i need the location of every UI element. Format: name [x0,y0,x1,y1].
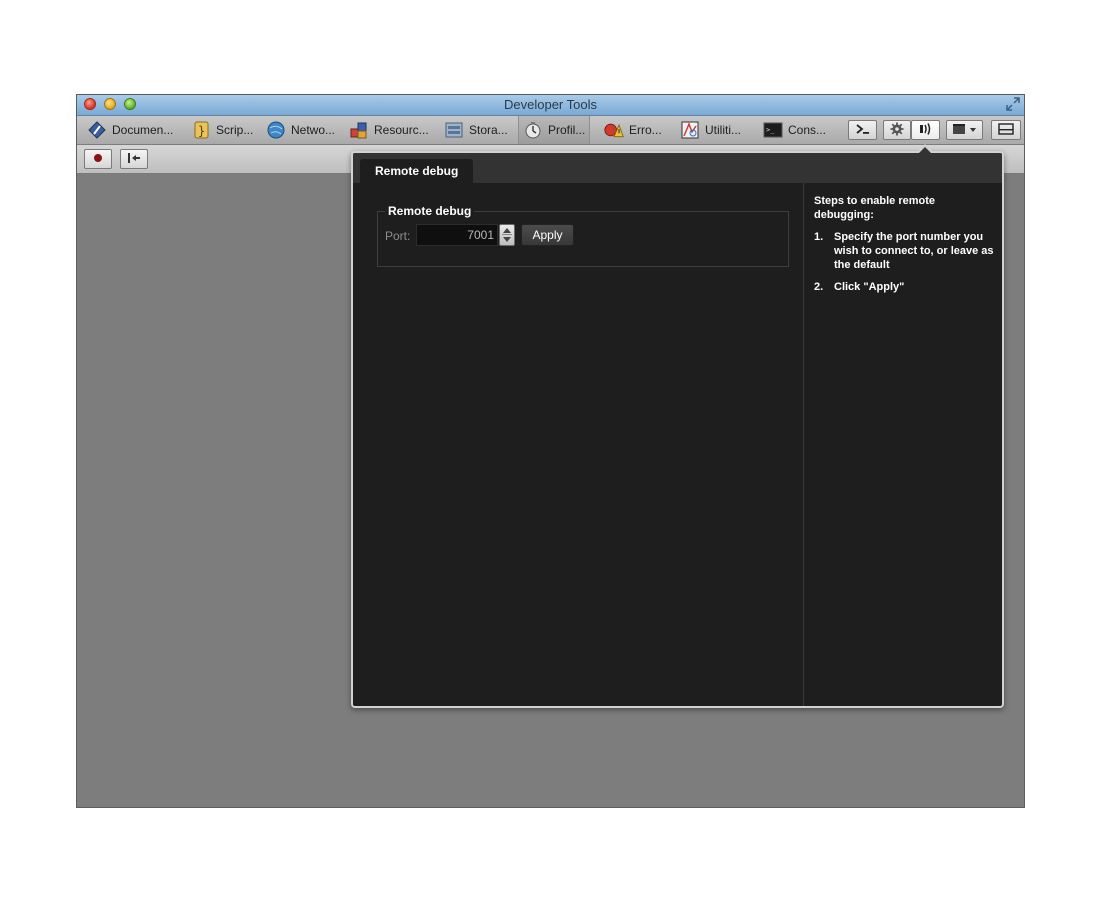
command-line-button[interactable] [848,120,877,140]
tab-errors[interactable]: Erro... [604,119,662,141]
tab-resources[interactable]: Resourc... [349,119,429,141]
remote-debug-group: Remote debug Port: 7001 Apply [377,204,789,267]
port-label: Port: [385,229,411,243]
dock-button[interactable] [991,120,1021,140]
tab-network[interactable]: Netwo... [266,119,335,141]
pick-element-button[interactable] [120,149,148,169]
instructions-list: 1. Specify the port number you wish to c… [814,230,999,302]
tab-utilities[interactable]: Utiliti... [680,119,741,141]
utilities-icon [680,120,700,140]
settings-icon [890,122,904,139]
pick-element-icon [127,152,141,167]
console-icon: >_ [763,120,783,140]
remote-debug-popover: Remote debug Remote debug Port: 7001 App… [351,144,1004,708]
command-line-icon [855,123,871,138]
errors-icon [604,120,624,140]
tab-storage[interactable]: Stora... [444,119,508,141]
svg-text:>_: >_ [766,126,775,134]
fullscreen-icon[interactable] [1006,97,1020,111]
popover-main-panel: Remote debug Port: 7001 Apply [353,183,803,706]
tab-documents[interactable]: Documen... [87,119,173,141]
resources-icon [349,120,369,140]
network-icon [266,120,286,140]
record-button[interactable] [84,149,112,169]
remote-debug-icon [918,122,934,139]
port-stepper[interactable] [499,224,515,246]
tab-remote-debug[interactable]: Remote debug [360,159,474,183]
scripts-icon: } [191,120,211,140]
documents-icon [87,120,107,140]
title-bar[interactable]: Developer Tools [77,95,1024,116]
popover-header: Remote debug [353,153,1002,183]
window-menu-button[interactable] [946,120,983,140]
dock-icon [998,122,1014,138]
port-input[interactable]: 7001 [416,224,498,246]
window-title: Developer Tools [504,97,597,112]
list-item: 2. Click "Apply" [814,281,905,293]
instructions-panel: Steps to enable remote debugging: 1. Spe… [803,183,1002,706]
apply-button[interactable]: Apply [521,224,574,246]
storage-icon [444,120,464,140]
main-toolbar: Documen... } Scrip... Netwo... Resourc..… [77,116,1024,145]
record-icon [93,152,103,166]
remote-debug-button[interactable] [911,120,940,140]
svg-text:}: } [198,124,205,138]
window-menu-icon [951,123,979,138]
list-item: 1. Specify the port number you wish to c… [814,231,994,271]
stepper-up-icon[interactable] [503,228,511,233]
stepper-down-icon[interactable] [503,237,511,242]
group-title: Remote debug [385,204,475,218]
tab-profiler[interactable]: Profil... [518,116,591,144]
tab-scripts[interactable]: } Scrip... [191,119,253,141]
instructions-heading: Steps to enable remote debugging: [814,195,936,221]
tab-console[interactable]: >_ Cons... [763,119,826,141]
profiler-icon [523,120,543,140]
settings-button[interactable] [883,120,911,140]
